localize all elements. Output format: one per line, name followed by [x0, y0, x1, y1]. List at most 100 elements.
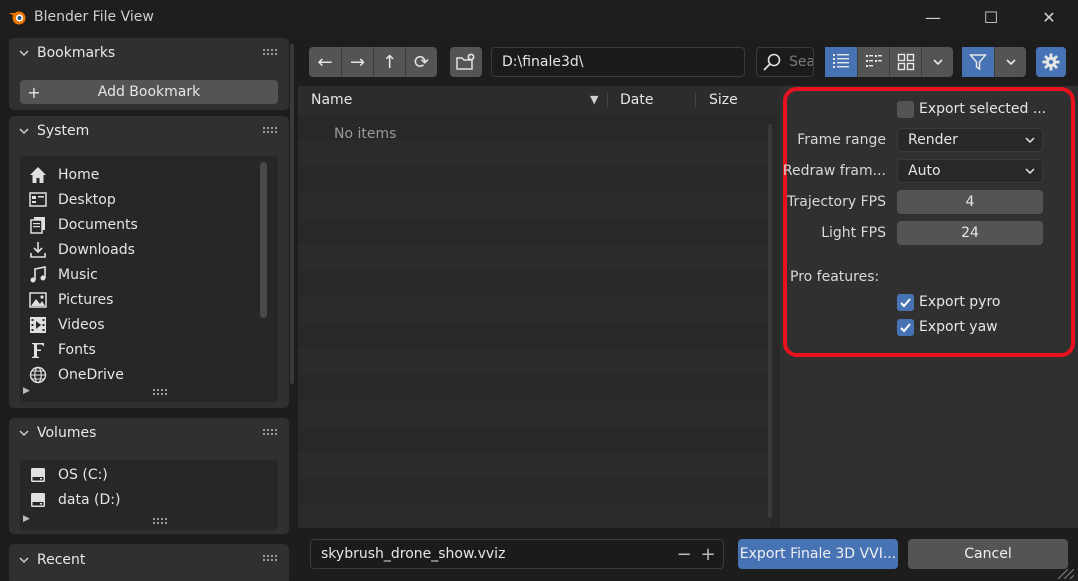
filter-toggle-button[interactable]	[962, 47, 994, 77]
desktop-icon	[29, 191, 47, 207]
back-button[interactable]: ←	[309, 47, 341, 77]
resize-grip-icon[interactable]	[1052, 569, 1074, 579]
system-scrollbar[interactable]	[260, 162, 267, 318]
file-rows	[298, 114, 770, 528]
trajectory-fps-value: 4	[965, 194, 975, 210]
drag-grip-icon[interactable]	[263, 49, 279, 57]
cancel-button-label: Cancel	[964, 546, 1012, 562]
system-header[interactable]: System	[9, 116, 289, 146]
display-mode-group	[825, 47, 953, 77]
sidebar-item-fonts[interactable]: Fonts	[20, 337, 278, 362]
export-pyro-checkbox[interactable]: Export pyro	[897, 292, 1000, 312]
sidebar-item-videos[interactable]: Videos	[20, 312, 278, 337]
column-date[interactable]: Date	[620, 92, 653, 108]
sidebar-item-label: Videos	[58, 316, 105, 333]
list-row	[298, 218, 770, 244]
blender-logo-icon	[9, 11, 26, 25]
list-row	[298, 296, 770, 322]
light-fps-label: Light FPS	[821, 225, 886, 241]
checkbox-unchecked-icon	[897, 100, 914, 118]
navigation-group: ← → ↑ ⟳	[309, 47, 437, 77]
maximize-icon: ☐	[983, 7, 999, 27]
resize-dots-icon[interactable]	[153, 389, 167, 395]
sidebar-item-label: Home	[58, 166, 100, 183]
sidebar-item-pictures[interactable]: Pictures	[20, 287, 278, 312]
drag-grip-icon[interactable]	[263, 429, 279, 437]
music-icon	[30, 265, 46, 282]
settings-button[interactable]	[1036, 47, 1066, 77]
light-fps-field[interactable]: 24	[897, 221, 1043, 245]
redraw-frames-value: Auto	[908, 163, 941, 179]
export-button-label: Export Finale 3D VVI...	[739, 546, 897, 562]
expand-arrow-icon[interactable]: ▶	[23, 386, 30, 396]
drive-icon	[31, 467, 45, 482]
sidebar-item-drive-c[interactable]: OS (C:)	[20, 462, 278, 487]
list-row	[298, 322, 770, 348]
bookmarks-header[interactable]: Bookmarks	[9, 38, 289, 68]
add-bookmark-button[interactable]: + Add Bookmark	[20, 80, 278, 104]
parent-directory-button[interactable]: ↑	[373, 47, 405, 77]
videos-icon	[30, 316, 46, 333]
list-row	[298, 374, 770, 400]
volumes-header[interactable]: Volumes	[9, 418, 289, 448]
refresh-button[interactable]: ⟳	[405, 47, 437, 77]
empty-list-message: No items	[334, 126, 397, 142]
list-row	[298, 270, 770, 296]
list-row	[298, 166, 770, 192]
vertical-list-button[interactable]	[825, 47, 857, 77]
expand-arrow-icon[interactable]: ▶	[23, 514, 30, 524]
minimize-button[interactable]: —	[904, 0, 962, 34]
filter-dropdown[interactable]	[994, 47, 1026, 77]
frame-range-select[interactable]: Render	[897, 128, 1043, 152]
chevron-down-icon	[19, 430, 29, 437]
globe-icon	[29, 366, 47, 383]
sidebar-item-music[interactable]: Music	[20, 262, 278, 287]
drag-grip-icon[interactable]	[263, 555, 279, 563]
close-window-button[interactable]: ✕	[1020, 0, 1078, 34]
cancel-button[interactable]: Cancel	[908, 539, 1068, 569]
recent-header[interactable]: Recent	[9, 544, 289, 576]
thumbnails-button[interactable]	[889, 47, 921, 77]
minimize-icon: —	[925, 7, 941, 27]
volumes-list: OS (C:) data (D:)	[20, 460, 278, 530]
column-size[interactable]: Size	[709, 92, 738, 108]
export-yaw-checkbox[interactable]: Export yaw	[897, 317, 998, 337]
sidebar-scrollbar[interactable]	[290, 44, 294, 384]
sidebar-item-label: OneDrive	[58, 366, 124, 383]
new-folder-button[interactable]	[450, 47, 482, 77]
export-button[interactable]: Export Finale 3D VVI...	[738, 539, 898, 569]
search-icon	[763, 53, 781, 71]
trajectory-fps-field[interactable]: 4	[897, 190, 1043, 214]
sidebar-item-drive-d[interactable]: data (D:)	[20, 487, 278, 512]
export-selected-checkbox[interactable]: Export selected ...	[897, 99, 1046, 119]
checkbox-checked-icon	[897, 318, 914, 336]
sidebar-item-desktop[interactable]: Desktop	[20, 187, 278, 212]
resize-dots-icon[interactable]	[153, 518, 167, 524]
sidebar-item-documents[interactable]: Documents	[20, 212, 278, 237]
display-mode-dropdown[interactable]	[921, 47, 953, 77]
column-name[interactable]: Name	[311, 92, 352, 108]
decrement-filename-button[interactable]: −	[673, 543, 695, 565]
redraw-frames-select[interactable]: Auto	[897, 159, 1043, 183]
close-icon: ✕	[1042, 7, 1056, 27]
maximize-button[interactable]: ☐	[962, 0, 1020, 34]
search-input[interactable]: Search	[756, 47, 814, 77]
horizontal-list-button[interactable]	[857, 47, 889, 77]
checkbox-checked-icon	[897, 293, 914, 311]
file-list-header: Name ▼ Date Size	[298, 86, 780, 114]
drag-grip-icon[interactable]	[263, 127, 279, 135]
volumes-panel: Volumes OS (C:) data (D:) ▶	[9, 418, 289, 534]
bookmarks-title: Bookmarks	[37, 45, 116, 61]
filename-input[interactable]: skybrush_drone_show.vviz − +	[310, 539, 724, 569]
sidebar-item-label: OS (C:)	[58, 466, 108, 483]
sidebar-item-home[interactable]: Home	[20, 162, 278, 187]
sidebar-item-downloads[interactable]: Downloads	[20, 237, 278, 262]
forward-button[interactable]: →	[341, 47, 373, 77]
sort-descending-icon[interactable]: ▼	[590, 93, 598, 106]
file-list-scrollbar[interactable]	[768, 124, 772, 518]
directory-path-input[interactable]: D:\finale3d\	[491, 47, 745, 77]
sidebar-item-onedrive[interactable]: OneDrive	[20, 362, 278, 387]
sidebar-item-label: Downloads	[58, 241, 135, 258]
increment-filename-button[interactable]: +	[697, 543, 719, 565]
chevron-down-icon	[19, 50, 29, 57]
